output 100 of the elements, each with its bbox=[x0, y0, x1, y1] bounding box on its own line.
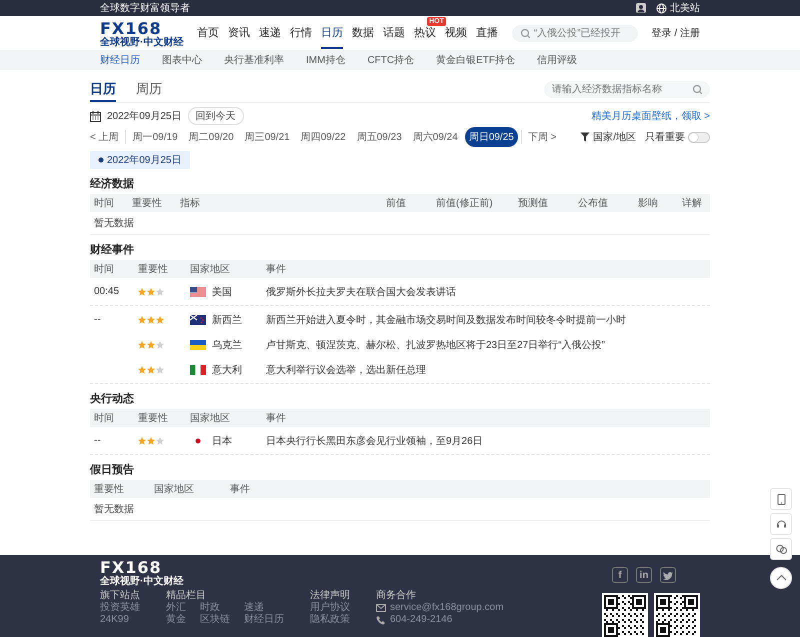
chat-icon bbox=[776, 544, 786, 554]
day-tab[interactable]: 周四09/22 bbox=[296, 127, 350, 147]
footer-heading: 商务合作 bbox=[376, 590, 417, 601]
country-cell-text: 日本 bbox=[212, 434, 232, 448]
section-title: 央行动态 bbox=[90, 392, 135, 406]
day-tab[interactable]: 周六09/24 bbox=[408, 127, 462, 147]
login-link[interactable]: 登录 / 注册 bbox=[652, 26, 700, 40]
footer-logo: FX168 bbox=[100, 560, 162, 576]
column-header: 重要性 bbox=[132, 196, 163, 210]
subnav-link[interactable]: IMM持仓 bbox=[306, 53, 346, 67]
search-field[interactable]: “入俄公投”已经投开 bbox=[512, 24, 638, 42]
chat-button[interactable] bbox=[770, 538, 792, 560]
footer-link[interactable]: 时政 bbox=[200, 602, 230, 613]
next-week-link[interactable]: 下周 > bbox=[520, 130, 556, 144]
nav-link[interactable]: 视频 bbox=[445, 27, 468, 49]
nav-link[interactable]: 数据 bbox=[352, 27, 374, 49]
bird-icon bbox=[663, 570, 673, 580]
date-label: 2022年09月25日 bbox=[107, 154, 182, 167]
column-header: 时间 bbox=[94, 196, 115, 210]
today-button[interactable]: 回到今天 bbox=[188, 107, 244, 125]
day-tab[interactable]: 周五09/23 bbox=[352, 127, 406, 147]
facebook-button[interactable]: f bbox=[612, 567, 628, 583]
headset-icon bbox=[776, 518, 786, 530]
twitter-button[interactable] bbox=[660, 567, 676, 583]
empty-message: 暂无数据 bbox=[90, 498, 710, 521]
qr-code bbox=[654, 593, 700, 637]
nav-link[interactable]: 资讯 bbox=[228, 27, 250, 49]
region-link[interactable]: 北美站 bbox=[670, 1, 700, 15]
toggle-switch[interactable] bbox=[688, 132, 710, 142]
column-header: 指标 bbox=[180, 196, 201, 210]
event-cell-text: 卢甘斯克、顿涅茨克、赫尔松、扎波罗热地区将于23日至27日举行“入俄公投” bbox=[266, 338, 606, 352]
search-icon bbox=[692, 84, 702, 94]
footer-link[interactable]: 用户协议 bbox=[310, 602, 350, 613]
day-tab[interactable]: 周三09/21 bbox=[240, 127, 294, 147]
nav-link[interactable]: 话题 bbox=[383, 27, 406, 49]
footer-tagline: 全球视野·中文财经 bbox=[100, 576, 184, 587]
search-icon bbox=[520, 28, 530, 38]
prev-week-link[interactable]: < 上周 bbox=[90, 130, 126, 144]
event-cell-text: 日本央行行长黑田东彦会见行业领袖，至9月26日 bbox=[266, 434, 484, 448]
filter-icon[interactable] bbox=[580, 132, 590, 142]
mail-icon bbox=[376, 602, 386, 612]
subnav-link[interactable]: 图表中心 bbox=[162, 53, 202, 67]
subnav-link[interactable]: 信用评级 bbox=[537, 53, 578, 67]
subnav-link[interactable]: 央行基准利率 bbox=[224, 53, 284, 67]
country-cell-text: 美国 bbox=[212, 286, 232, 298]
region-filter[interactable]: 国家/地区 bbox=[593, 130, 636, 144]
nav-link[interactable]: 行情 bbox=[290, 27, 312, 49]
day-tab[interactable]: 周二09/20 bbox=[184, 127, 238, 147]
footer-link[interactable]: 财经日历 bbox=[244, 614, 284, 625]
event-cell-text: 意大利举行议会选举，选出新任总理 bbox=[266, 364, 427, 376]
subnav-link[interactable]: CFTC持仓 bbox=[367, 53, 414, 67]
column-header: 事件 bbox=[266, 262, 287, 276]
day-tab[interactable]: 周一09/19 bbox=[128, 127, 182, 147]
flag-icon bbox=[190, 340, 206, 350]
column-header: 国家地区 bbox=[190, 412, 231, 425]
column-header: 前值(修正前) bbox=[436, 197, 494, 210]
country-cell-text: 乌克兰 bbox=[212, 338, 242, 352]
support-button[interactable] bbox=[770, 513, 792, 535]
nav-link[interactable]: 首页 bbox=[197, 27, 220, 49]
footer-heading: 旗下站点 bbox=[100, 590, 140, 601]
linkedin-button[interactable]: in bbox=[636, 567, 652, 583]
column-header: 国家地区 bbox=[190, 262, 231, 276]
footer-link[interactable]: 黄金 bbox=[166, 614, 186, 625]
footer-heading: 法律声明 bbox=[310, 590, 350, 601]
view-tab[interactable]: 日历 bbox=[90, 80, 116, 102]
flag-icon bbox=[190, 314, 206, 324]
footer-link[interactable]: 24K99 bbox=[100, 614, 140, 625]
country-cell-text: 意大利 bbox=[212, 364, 242, 376]
mobile-button[interactable] bbox=[770, 488, 792, 510]
column-header: 国家地区 bbox=[154, 482, 195, 496]
calendar-icon[interactable] bbox=[90, 110, 101, 122]
view-tab[interactable]: 周历 bbox=[136, 80, 162, 102]
site-slogan: 全球数字财富领导者 bbox=[100, 2, 190, 15]
footer-link[interactable]: 外汇 bbox=[166, 602, 186, 613]
country-cell-text: 新西兰 bbox=[212, 314, 242, 326]
column-header: 预测值 bbox=[518, 196, 549, 210]
nav-link[interactable]: 速递 bbox=[259, 27, 282, 49]
column-header: 公布值 bbox=[578, 197, 609, 210]
promo-link[interactable]: 精美月历桌面壁纸，领取 > bbox=[591, 109, 710, 123]
user-icon[interactable] bbox=[636, 3, 646, 13]
subnav-link[interactable]: 黄金白银ETF持仓 bbox=[436, 53, 516, 67]
dot-icon bbox=[98, 157, 104, 163]
column-header: 事件 bbox=[266, 412, 287, 425]
qr-code bbox=[602, 593, 648, 637]
footer-heading: 精品栏目 bbox=[166, 590, 207, 601]
footer-link[interactable]: 投资英雄 bbox=[100, 602, 140, 613]
nav-link[interactable]: 直播 bbox=[476, 27, 498, 49]
time-cell-text: 00:45 bbox=[94, 286, 120, 297]
section-title: 财经事件 bbox=[90, 242, 135, 257]
footer-link[interactable]: 区块链 bbox=[200, 614, 230, 625]
section-title: 假日预告 bbox=[90, 462, 135, 477]
nav-link[interactable]: 热议 bbox=[414, 27, 436, 49]
contact-info: 604-249-2146 bbox=[390, 614, 452, 625]
footer-link[interactable]: 速递 bbox=[244, 602, 284, 613]
flag-icon bbox=[190, 364, 206, 374]
globe-icon[interactable] bbox=[656, 2, 667, 14]
day-tab[interactable]: 周日09/25 bbox=[464, 127, 518, 147]
subnav-link[interactable]: 财经日历 bbox=[100, 53, 140, 67]
event-cell-text: 俄罗斯外长拉夫罗夫在联合国大会发表讲话 bbox=[266, 286, 457, 298]
footer-link[interactable]: 隐私政策 bbox=[310, 614, 350, 625]
